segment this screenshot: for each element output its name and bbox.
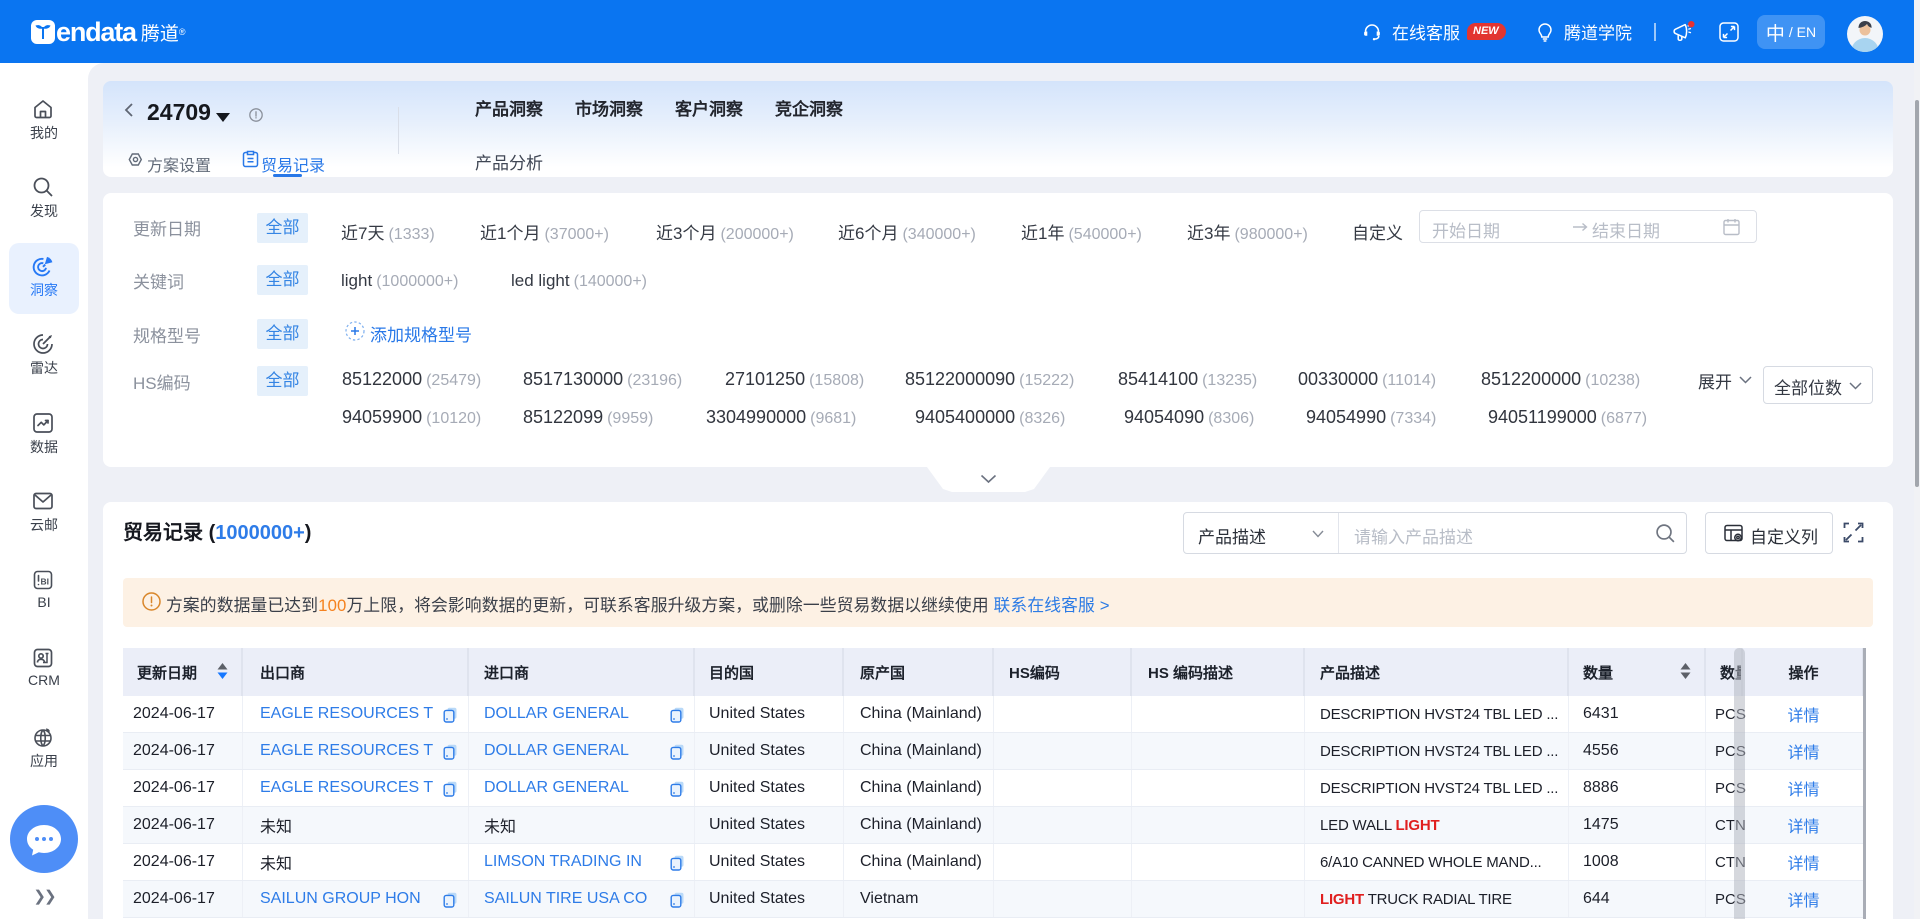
svg-text:BI: BI [41,577,50,587]
